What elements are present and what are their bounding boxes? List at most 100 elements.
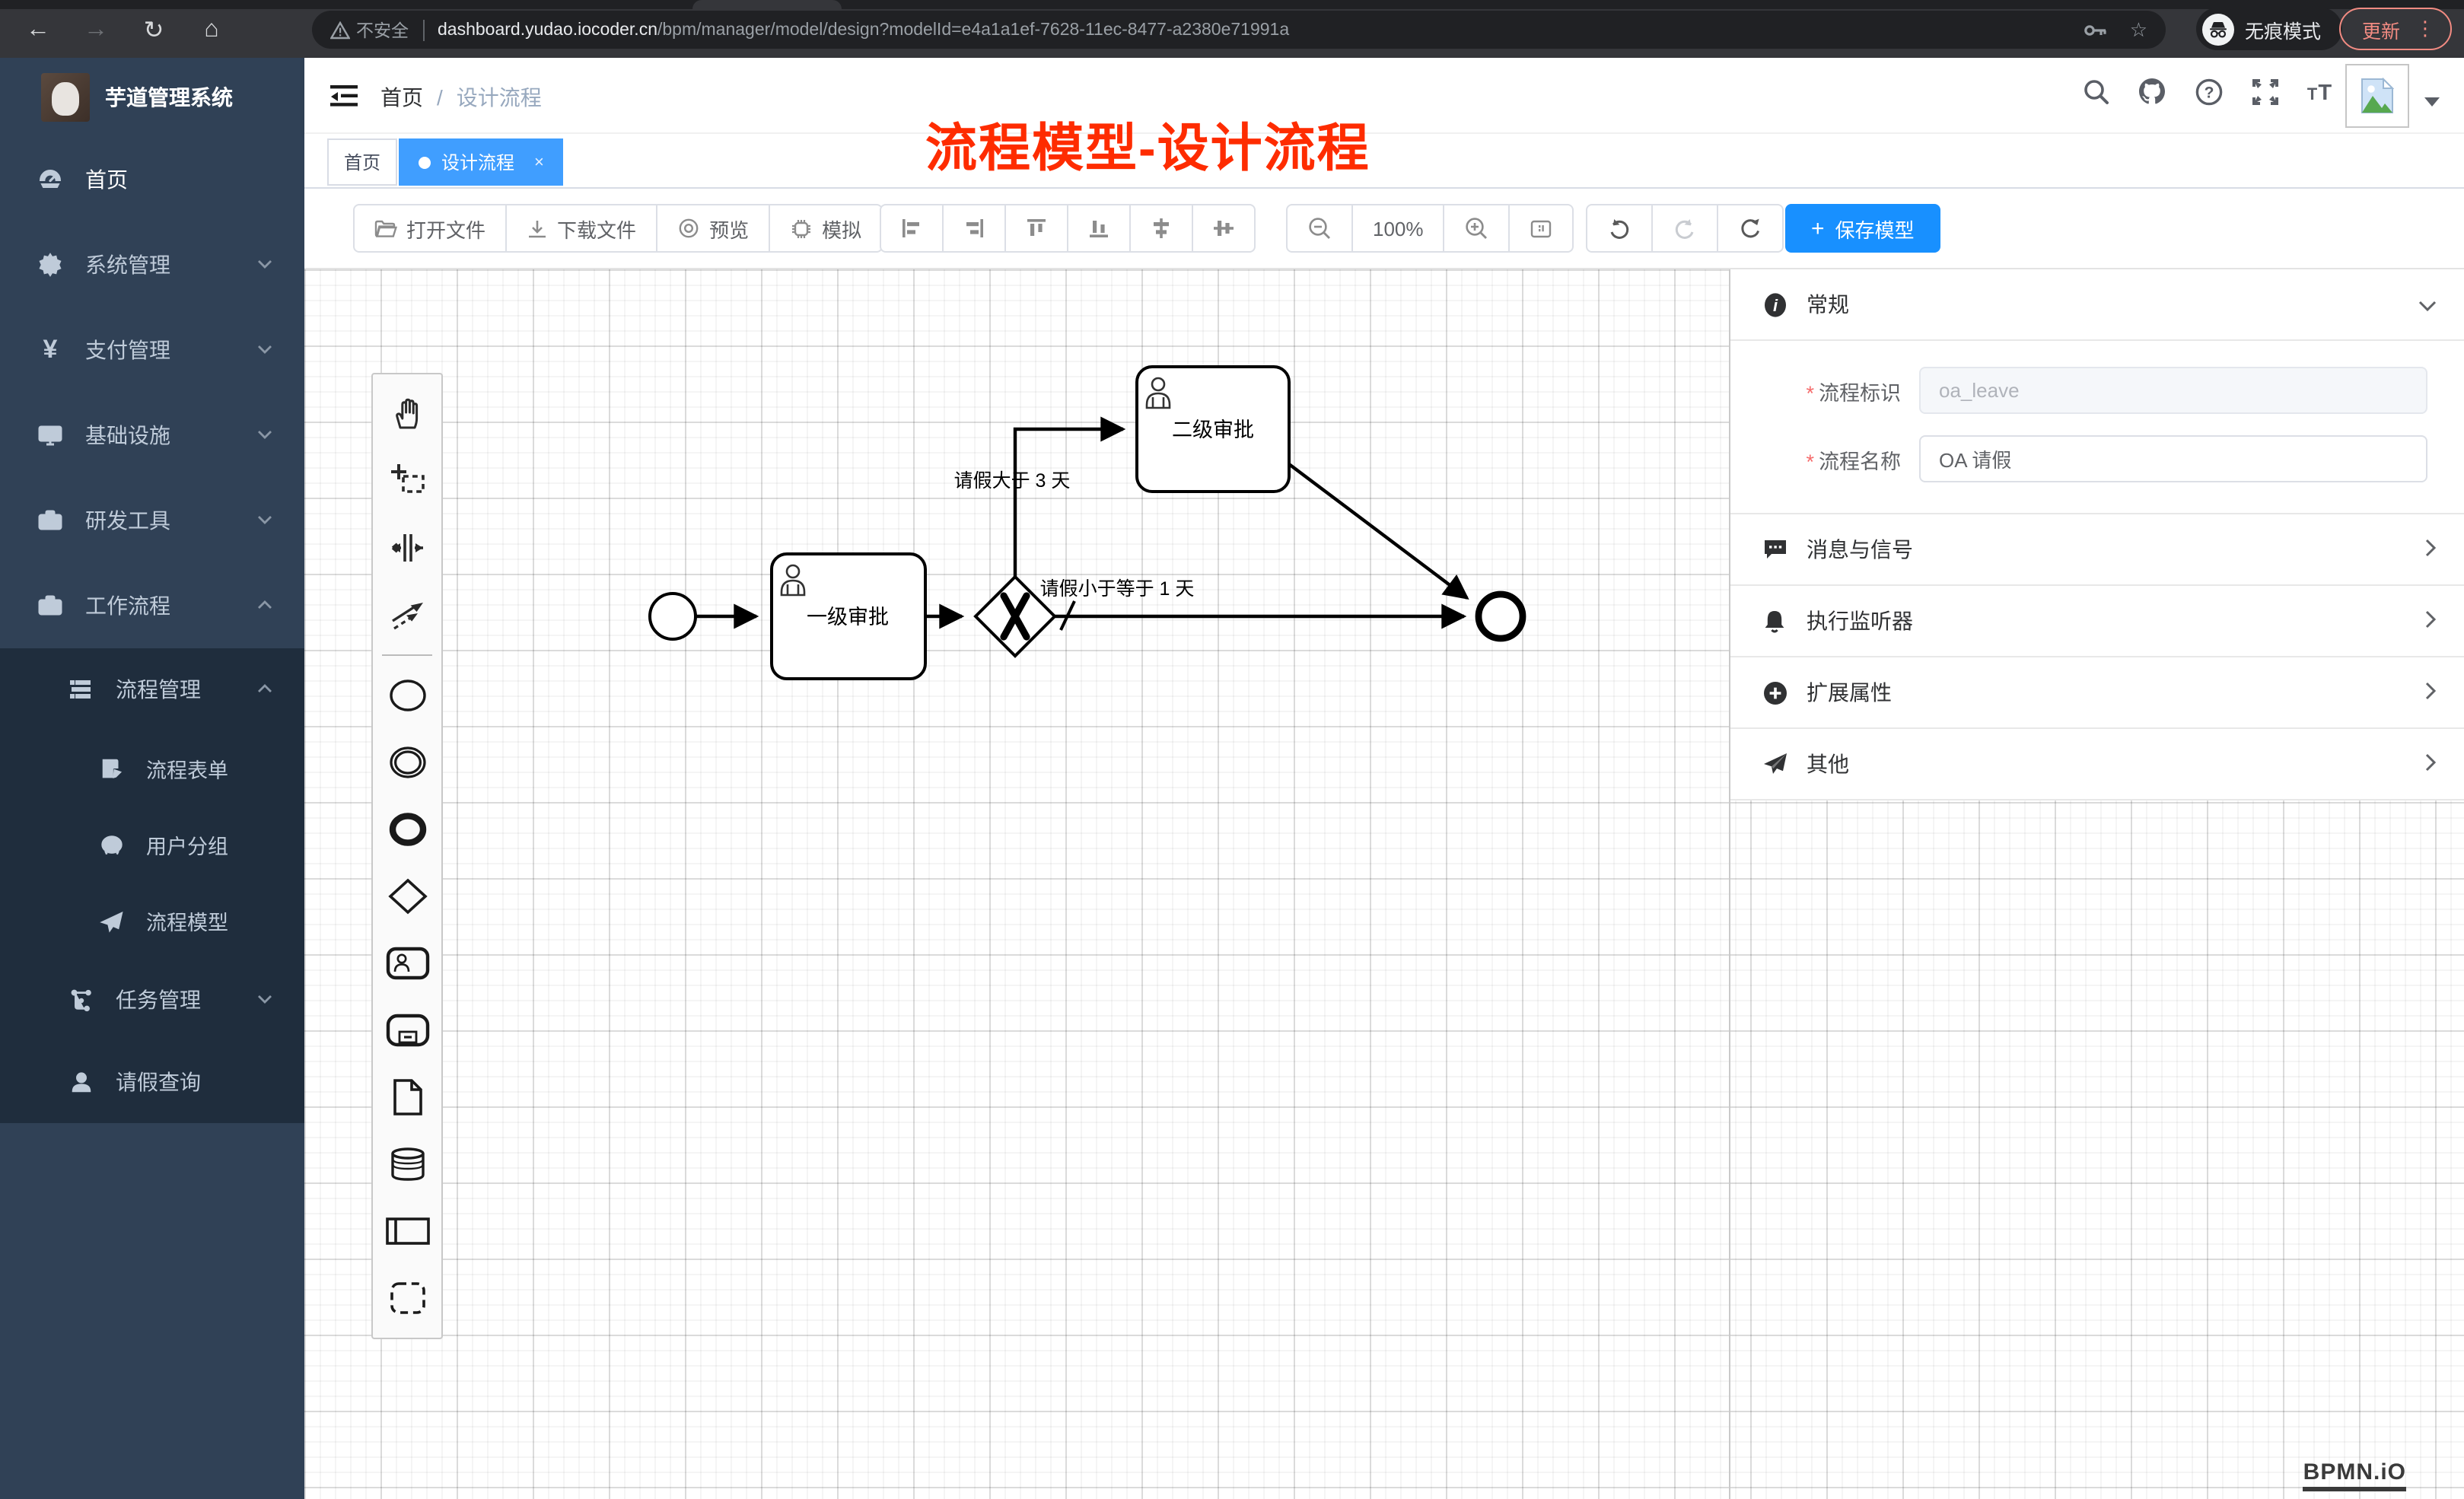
sidebar-item-label: 支付管理 <box>85 335 170 365</box>
sidebar-item-label: 流程模型 <box>146 905 228 936</box>
browser-update-button[interactable]: 更新 ⋮ <box>2339 8 2452 50</box>
panel-section-listener[interactable]: 执行监听器 <box>1730 586 2464 657</box>
browser-tabstrip <box>0 0 2464 9</box>
sidebar-item-label: 请假查询 <box>116 1067 201 1097</box>
caret-down-icon[interactable] <box>2424 97 2440 107</box>
process-name-input[interactable] <box>1919 435 2427 482</box>
tab-home[interactable]: 首页 <box>327 138 397 186</box>
refresh-icon <box>1738 217 1762 240</box>
preview-button[interactable]: 预览 <box>656 204 770 253</box>
flow-gateway-to-task2[interactable] <box>1015 429 1123 577</box>
sidebar-item-payment[interactable]: ¥ 支付管理 <box>0 307 304 393</box>
fullscreen-icon[interactable] <box>2249 76 2280 107</box>
key-icon[interactable] <box>2084 22 2109 37</box>
align-top-button[interactable] <box>1004 204 1068 253</box>
browser-forward-icon[interactable]: → <box>79 14 113 47</box>
app-logo[interactable]: 芋道管理系统 <box>0 58 304 137</box>
browser-home-icon[interactable]: ⌂ <box>195 14 228 47</box>
tab-design-process[interactable]: 设计流程 × <box>399 138 564 186</box>
task-first-approve[interactable]: 一级审批 <box>772 554 925 679</box>
sidebar-item-leave-query[interactable]: 请假查询 <box>0 1041 304 1123</box>
align-bottom-button[interactable] <box>1067 204 1131 253</box>
align-top-icon <box>1026 218 1047 239</box>
zoom-out-icon <box>1307 216 1332 240</box>
url-divider <box>422 19 424 40</box>
start-event[interactable] <box>650 594 696 639</box>
end-event[interactable] <box>1479 594 1523 638</box>
update-label[interactable]: 更新 <box>2362 14 2400 43</box>
help-icon[interactable]: ? <box>2193 76 2224 107</box>
toolbox-icon <box>37 507 64 534</box>
panel-section-message[interactable]: 消息与信号 <box>1730 514 2464 586</box>
bpmn-canvas[interactable]: 一级审批 二级审批 <box>304 268 2464 1499</box>
align-center-h-icon <box>1213 218 1234 239</box>
sidebar-item-process-model[interactable]: 流程模型 <box>0 883 304 959</box>
bpmn-io-watermark[interactable]: BPMN.iO <box>2303 1459 2406 1491</box>
download-icon <box>527 218 548 238</box>
align-center-horizontal-button[interactable] <box>1192 204 1256 253</box>
task-second-approve[interactable]: 二级审批 <box>1137 367 1289 492</box>
zoom-out-button[interactable] <box>1286 204 1353 253</box>
zoom-in-icon <box>1465 216 1489 240</box>
search-icon[interactable] <box>2080 76 2111 107</box>
sidebar-item-process-form[interactable]: 流程表单 <box>0 730 304 807</box>
url-bar[interactable]: 不安全 dashboard.yudao.iocoder.cn/bpm/manag… <box>312 11 2166 49</box>
restart-button[interactable] <box>1717 204 1784 253</box>
sidebar-item-process-mgmt[interactable]: 流程管理 <box>0 648 304 730</box>
breadcrumb: 首页 / 设计流程 <box>380 82 542 113</box>
sidebar-item-home[interactable]: 首页 <box>0 137 304 222</box>
sidebar-item-task-mgmt[interactable]: 任务管理 <box>0 959 304 1041</box>
zoom-level-display[interactable]: 100% <box>1351 204 1445 253</box>
reset-zoom-button[interactable] <box>1509 204 1574 253</box>
monitor-icon <box>37 422 64 449</box>
sidebar-item-system[interactable]: 系统管理 <box>0 222 304 307</box>
message-icon <box>1761 536 1788 563</box>
plus-circle-icon <box>1761 679 1788 706</box>
app-root: ← → ↻ ⌂ 不安全 dashboard.yudao.iocoder.cn/b… <box>0 0 2464 1499</box>
sidebar-item-workflow[interactable]: 工作流程 <box>0 563 304 648</box>
github-icon[interactable] <box>2137 76 2167 107</box>
align-center-vertical-button[interactable] <box>1129 204 1193 253</box>
button-label: 打开文件 <box>406 214 485 243</box>
download-file-button[interactable]: 下载文件 <box>505 204 657 253</box>
tab-close-icon[interactable]: × <box>534 153 544 171</box>
section-label: 扩展属性 <box>1807 677 1892 708</box>
reset-zoom-icon <box>1530 218 1553 238</box>
browser-active-tab[interactable] <box>692 0 842 9</box>
bookmark-star-icon[interactable]: ☆ <box>2130 18 2147 42</box>
chevron-right-icon <box>2424 537 2437 562</box>
panel-section-other[interactable]: 其他 <box>1730 729 2464 800</box>
breadcrumb-home[interactable]: 首页 <box>380 82 423 113</box>
align-right-button[interactable] <box>942 204 1006 253</box>
panel-section-extension[interactable]: 扩展属性 <box>1730 657 2464 729</box>
sidebar-collapse-icon[interactable] <box>329 81 359 111</box>
process-key-input[interactable] <box>1919 367 2427 414</box>
flow-label-le1: 请假小于等于 1 天 <box>1040 578 1195 600</box>
save-model-button[interactable]: + 保存模型 <box>1785 204 1940 253</box>
sidebar-item-devtools[interactable]: 研发工具 <box>0 478 304 563</box>
flow-task2-to-end[interactable] <box>1289 464 1467 598</box>
process-name-field: *流程名称 <box>1767 435 2427 482</box>
align-center-v-icon <box>1151 218 1172 239</box>
sidebar-item-infra[interactable]: 基础设施 <box>0 393 304 478</box>
avatar[interactable] <box>2345 64 2409 128</box>
simulate-button[interactable]: 模拟 <box>769 204 883 253</box>
open-file-button[interactable]: 打开文件 <box>353 204 507 253</box>
redo-button[interactable] <box>1651 204 1718 253</box>
sidebar-item-label: 用户分组 <box>146 829 228 860</box>
sidebar-item-user-group[interactable]: 用户分组 <box>0 807 304 883</box>
sidebar-item-label: 工作流程 <box>85 590 170 621</box>
svg-text:i: i <box>1772 295 1778 314</box>
zoom-in-button[interactable] <box>1444 204 1511 253</box>
sidebar-item-label: 流程表单 <box>146 753 228 784</box>
font-size-icon[interactable]: TT <box>2306 76 2336 107</box>
browser-reload-icon[interactable]: ↻ <box>137 14 170 47</box>
browser-back-icon[interactable]: ← <box>21 14 55 47</box>
align-left-button[interactable] <box>880 204 944 253</box>
undo-button[interactable] <box>1586 204 1653 253</box>
chevron-right-icon <box>2424 752 2437 776</box>
sidebar-item-label: 系统管理 <box>85 250 170 280</box>
properties-panel: i 常规 *流程标识 *流程名称 消息与信号 <box>1730 269 2464 800</box>
browser-menu-kebab-icon[interactable]: ⋮ <box>2415 17 2435 41</box>
panel-section-general[interactable]: i 常规 <box>1730 269 2464 341</box>
